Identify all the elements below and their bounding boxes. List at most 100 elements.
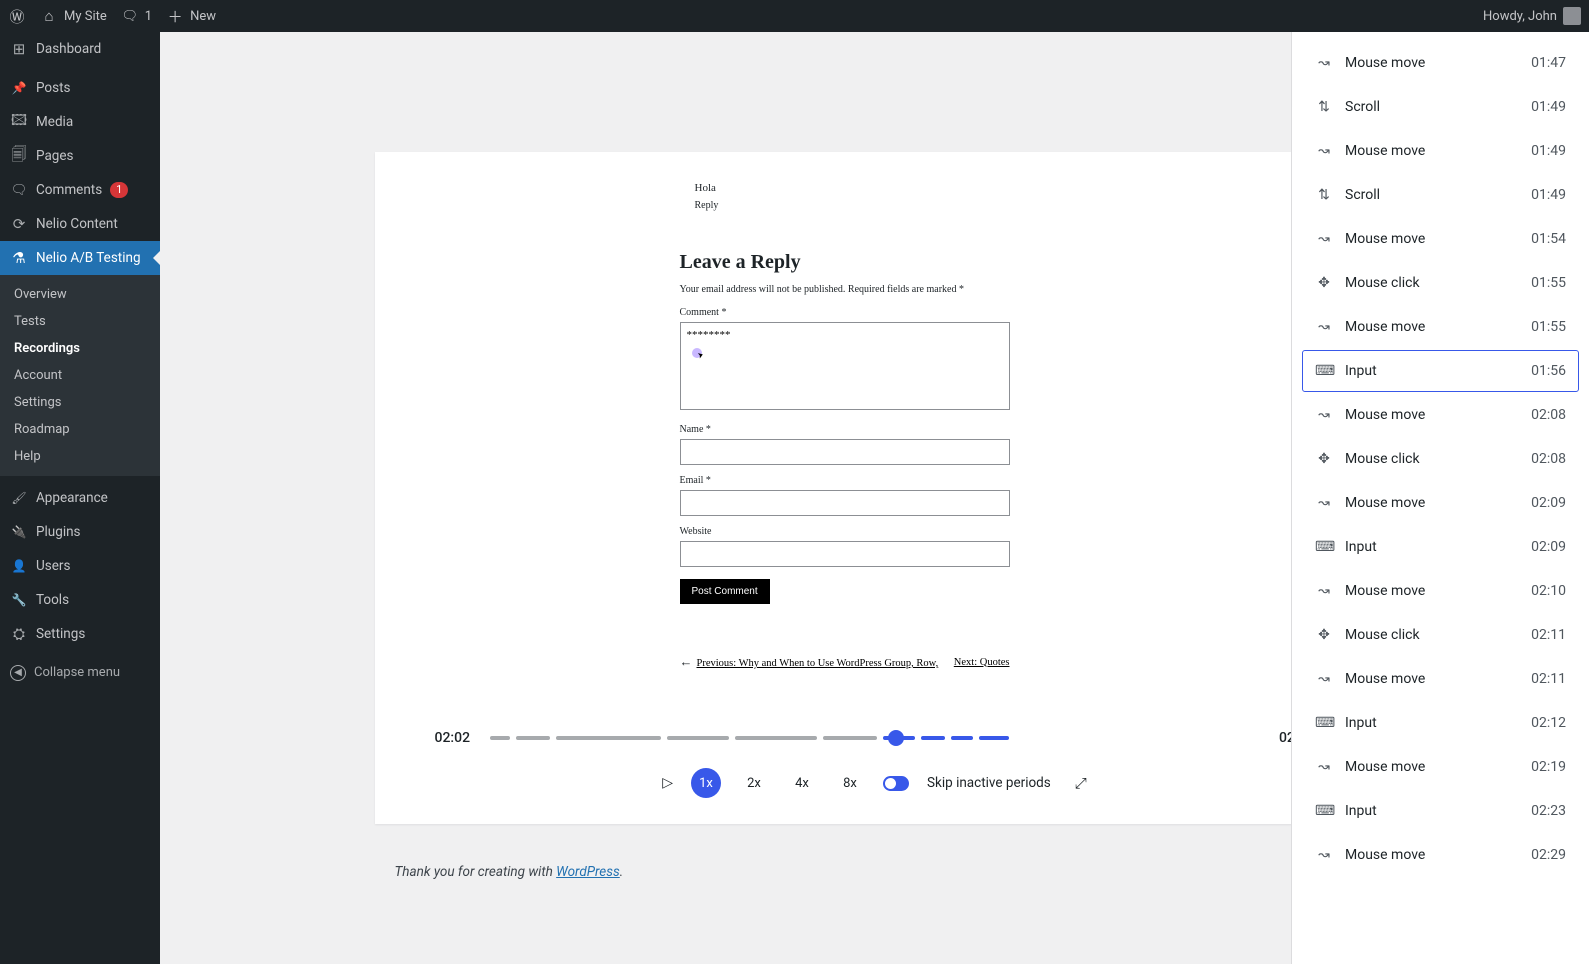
new-link[interactable]: New — [166, 7, 216, 25]
speed-1x[interactable]: 1x — [691, 768, 721, 798]
menu-appearance[interactable]: Appearance — [0, 481, 160, 515]
sub-roadmap[interactable]: Roadmap — [0, 416, 160, 443]
event-row[interactable]: Mouse move01:54 — [1302, 218, 1579, 260]
move-icon — [1315, 583, 1333, 599]
dashboard-icon — [10, 40, 28, 58]
menu-tools[interactable]: Tools — [0, 583, 160, 617]
menu-nelio-ab[interactable]: Nelio A/B Testing — [0, 241, 160, 275]
input-icon — [1315, 715, 1333, 731]
timeline-track[interactable] — [490, 732, 1259, 744]
event-time: 02:08 — [1531, 451, 1566, 467]
site-name: My Site — [64, 9, 107, 24]
event-time: 01:49 — [1531, 143, 1566, 159]
event-label: Scroll — [1345, 99, 1519, 115]
event-row[interactable]: Mouse move02:10 — [1302, 570, 1579, 612]
event-row[interactable]: Input02:23 — [1302, 790, 1579, 832]
sub-recordings[interactable]: Recordings — [0, 335, 160, 362]
move-icon — [1315, 495, 1333, 511]
menu-pages[interactable]: Pages — [0, 139, 160, 173]
event-row[interactable]: Mouse move02:19 — [1302, 746, 1579, 788]
move-icon — [1315, 407, 1333, 423]
event-label: Mouse move — [1345, 319, 1519, 335]
pages-icon — [10, 147, 28, 165]
event-row[interactable]: Mouse move 01:55 — [1302, 306, 1579, 348]
close-panel-button[interactable]: ✕ — [1291, 72, 1292, 107]
event-time: 01:55 — [1531, 319, 1566, 335]
skip-inactive-toggle[interactable] — [883, 776, 909, 791]
event-row[interactable]: Mouse click01:55 — [1302, 262, 1579, 304]
howdy-user[interactable]: Howdy, John — [1483, 7, 1581, 25]
admin-bar: My Site 1 New Howdy, John — [0, 0, 1589, 32]
move-icon — [1315, 671, 1333, 687]
appearance-icon — [10, 489, 28, 507]
play-button[interactable]: ▷ — [662, 775, 673, 791]
leave-reply-heading: Leave a Reply — [680, 251, 1285, 274]
event-row[interactable]: Scroll 01:49 — [1302, 86, 1579, 128]
menu-plugins[interactable]: Plugins — [0, 515, 160, 549]
speed-8x[interactable]: 8x — [835, 768, 865, 798]
event-time: 02:11 — [1531, 627, 1566, 643]
event-label: Input — [1345, 715, 1519, 731]
click-icon — [1315, 627, 1333, 643]
event-label: Input — [1345, 539, 1519, 555]
menu-users[interactable]: Users — [0, 549, 160, 583]
sub-help[interactable]: Help — [0, 443, 160, 470]
event-row[interactable]: Mouse move02:11 — [1302, 658, 1579, 700]
settings-icon — [10, 625, 28, 643]
event-row[interactable]: Mouse click02:08 — [1302, 438, 1579, 480]
site-link[interactable]: My Site — [40, 7, 107, 25]
current-time: 02:02 — [435, 730, 471, 746]
event-row[interactable]: Input01:56 — [1302, 350, 1579, 392]
wp-logo[interactable] — [8, 7, 26, 25]
event-label: Mouse move — [1345, 407, 1519, 423]
menu-dashboard[interactable]: Dashboard — [0, 32, 160, 66]
comments-link[interactable]: 1 — [121, 7, 152, 25]
post-comment-button: Post Comment — [680, 579, 770, 604]
input-icon — [1315, 539, 1333, 555]
admin-sidebar: Dashboard Posts Media Pages Comments1 Ne… — [0, 32, 160, 964]
speed-2x[interactable]: 2x — [739, 768, 769, 798]
event-label: Mouse move — [1345, 55, 1519, 71]
event-time: 01:49 — [1531, 99, 1566, 115]
event-time: 02:10 — [1531, 583, 1566, 599]
sub-account[interactable]: Account — [0, 362, 160, 389]
name-input — [680, 439, 1010, 465]
sub-settings[interactable]: Settings — [0, 389, 160, 416]
event-time: 02:29 — [1531, 847, 1566, 863]
event-row[interactable]: Input 02:09 — [1302, 526, 1579, 568]
event-time: 02:09 — [1531, 539, 1566, 555]
comment-textarea — [680, 322, 1010, 410]
menu-posts[interactable]: Posts — [0, 71, 160, 105]
sub-tests[interactable]: Tests — [0, 308, 160, 335]
move-icon — [1315, 847, 1333, 863]
event-row[interactable]: Mouse move01:47 — [1302, 42, 1579, 84]
submenu-nelio-ab: Overview Tests Recordings Account Settin… — [0, 275, 160, 476]
event-row[interactable]: Input02:12 — [1302, 702, 1579, 744]
event-row[interactable]: Mouse move02:09 — [1302, 482, 1579, 524]
menu-nelio-content[interactable]: Nelio Content — [0, 207, 160, 241]
click-icon — [1315, 451, 1333, 467]
comments-icon — [10, 181, 28, 199]
scroll-icon — [1315, 187, 1333, 203]
event-label: Mouse click — [1345, 627, 1519, 643]
wordpress-link[interactable]: WordPress — [556, 864, 620, 880]
event-row[interactable]: Mouse move 01:49 — [1302, 130, 1579, 172]
event-row[interactable]: Scroll01:49 — [1302, 174, 1579, 216]
event-row[interactable]: Mouse move02:29 — [1302, 834, 1579, 876]
menu-settings[interactable]: Settings — [0, 617, 160, 651]
email-input — [680, 490, 1010, 516]
event-time: 02:19 — [1531, 759, 1566, 775]
event-row[interactable]: Mouse click 02:11 — [1302, 614, 1579, 656]
menu-comments[interactable]: Comments1 — [0, 173, 160, 207]
input-icon — [1315, 803, 1333, 819]
event-label: Mouse move — [1345, 143, 1519, 159]
menu-media[interactable]: Media — [0, 105, 160, 139]
timeline-thumb[interactable] — [888, 730, 904, 746]
new-label: New — [190, 9, 216, 24]
collapse-menu[interactable]: Collapse menu — [0, 656, 160, 689]
event-row[interactable]: Mouse move02:08 — [1302, 394, 1579, 436]
sub-overview[interactable]: Overview — [0, 281, 160, 308]
event-label: Mouse move — [1345, 671, 1519, 687]
speed-4x[interactable]: 4x — [787, 768, 817, 798]
fullscreen-button[interactable]: ⤢ — [1075, 774, 1087, 792]
